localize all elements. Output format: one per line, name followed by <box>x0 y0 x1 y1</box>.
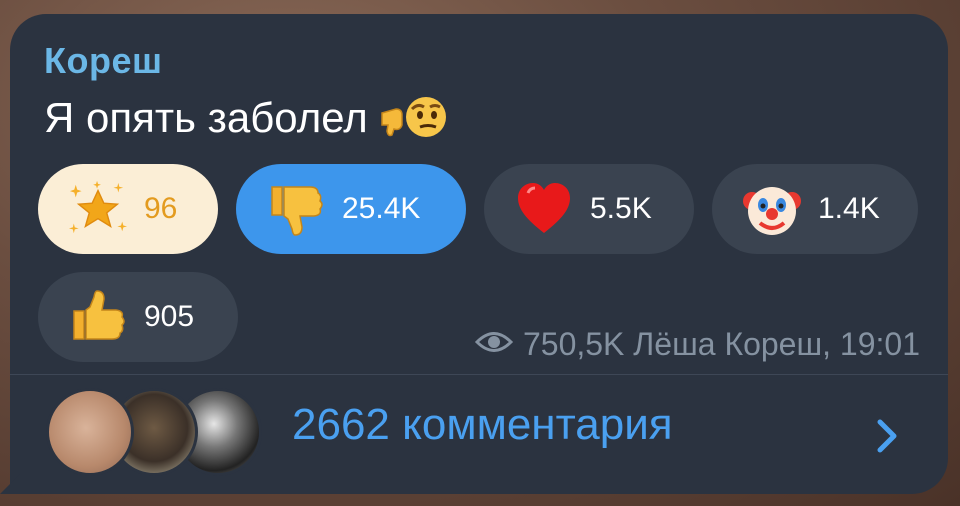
star-icon <box>68 179 128 239</box>
reaction-dislike-count: 25.4K <box>342 192 421 225</box>
reaction-star-button[interactable]: 96 <box>38 164 218 254</box>
reaction-heart-count: 5.5K <box>590 192 652 225</box>
commenter-avatars[interactable] <box>46 388 262 480</box>
reaction-star-count: 96 <box>144 192 178 225</box>
thumbs-down-icon <box>266 179 326 239</box>
reaction-clown-button[interactable]: 1.4K <box>712 164 918 254</box>
post-signature: Лёша Кореш, 19:01 <box>633 326 920 362</box>
heart-icon <box>514 179 574 239</box>
reaction-heart-button[interactable]: 5.5K <box>484 164 694 254</box>
reaction-clown-count: 1.4K <box>818 192 880 225</box>
reaction-like-button[interactable]: 905 <box>38 272 238 362</box>
views-count: 750,5K <box>522 326 625 362</box>
dislike-thinking-emoji-icon <box>380 95 450 141</box>
views-eye-icon <box>474 326 514 363</box>
reaction-dislike-button[interactable]: 25.4K <box>236 164 466 254</box>
reaction-like-count: 905 <box>144 300 195 333</box>
avatar <box>46 388 134 476</box>
author-name[interactable]: Кореш <box>44 40 162 82</box>
message-meta: 750,5K Лёша Кореш, 19:01 <box>474 326 920 363</box>
meta-spacer <box>624 326 633 363</box>
thumbs-up-icon <box>68 287 128 347</box>
message-text-row: Я опять заболел <box>44 94 450 142</box>
message-bubble: Кореш Я опять заболел 96 25.4K 5.5K 1.4K… <box>10 14 948 494</box>
chevron-right-icon[interactable] <box>872 416 902 456</box>
comments-link[interactable]: 2662 комментария <box>292 400 673 450</box>
message-text: Я опять заболел <box>44 94 368 141</box>
comments-divider <box>10 374 948 375</box>
clown-face-icon <box>742 179 802 239</box>
